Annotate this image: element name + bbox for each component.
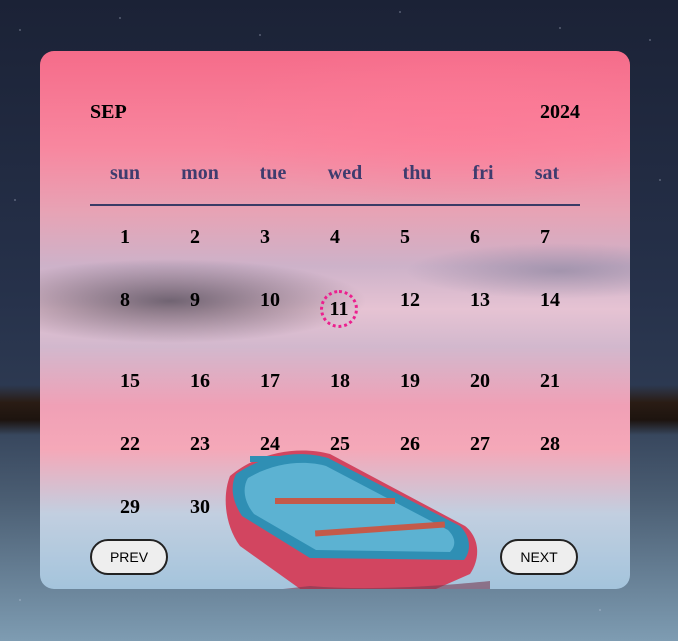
day-cell[interactable]: 21 [530, 369, 570, 393]
day-cell[interactable]: 3 [245, 225, 285, 249]
year-label: 2024 [540, 101, 580, 123]
weekday-mon: mon [181, 162, 219, 184]
calendar-card: SEP 2024 sun mon tue wed thu fri sat 1 2… [40, 51, 630, 589]
day-cell[interactable]: 25 [320, 432, 360, 456]
day-cell[interactable]: 5 [385, 225, 425, 249]
day-cell[interactable]: 2 [175, 225, 215, 249]
day-cell[interactable]: 29 [110, 495, 150, 519]
day-cell[interactable]: 18 [320, 369, 360, 393]
day-cell[interactable]: 28 [530, 432, 570, 456]
calendar-header: SEP 2024 [90, 101, 580, 125]
day-cell[interactable]: 22 [110, 432, 150, 456]
day-cell[interactable]: 23 [180, 432, 220, 456]
weekday-wed: wed [327, 162, 363, 184]
day-cell[interactable]: 17 [250, 369, 290, 393]
day-cell[interactable]: 16 [180, 369, 220, 393]
today-day-cell[interactable]: 11 [320, 290, 358, 328]
day-cell[interactable]: 4 [315, 225, 355, 249]
day-cell[interactable]: 10 [250, 288, 290, 312]
month-label: SEP [90, 101, 127, 123]
prev-month-button[interactable]: PREV [90, 539, 168, 575]
day-cell[interactable]: 9 [175, 288, 215, 312]
day-cell[interactable]: 20 [460, 369, 500, 393]
day-cell[interactable]: 1 [105, 225, 145, 249]
next-month-button[interactable]: NEXT [500, 539, 578, 575]
day-cell[interactable]: 6 [455, 225, 495, 249]
header-divider [90, 204, 580, 206]
day-cell[interactable]: 19 [390, 369, 430, 393]
day-cell[interactable]: 27 [460, 432, 500, 456]
day-cell[interactable]: 8 [105, 288, 145, 312]
boat-image [220, 446, 490, 589]
day-cell[interactable]: 14 [530, 288, 570, 312]
day-cell[interactable]: 12 [390, 288, 430, 312]
weekday-fri: fri [472, 162, 494, 184]
weekday-sun: sun [109, 162, 141, 184]
day-cell[interactable]: 13 [460, 288, 500, 312]
weekday-sat: sat [534, 162, 560, 184]
day-cell[interactable]: 26 [390, 432, 430, 456]
day-cell[interactable]: 15 [110, 369, 150, 393]
weekday-thu: thu [402, 162, 432, 184]
weekday-row: sun mon tue wed thu fri sat [40, 162, 630, 186]
day-cell[interactable]: 7 [525, 225, 565, 249]
day-cell[interactable]: 24 [250, 432, 290, 456]
day-cell[interactable]: 30 [180, 495, 220, 519]
weekday-tue: tue [259, 162, 287, 184]
